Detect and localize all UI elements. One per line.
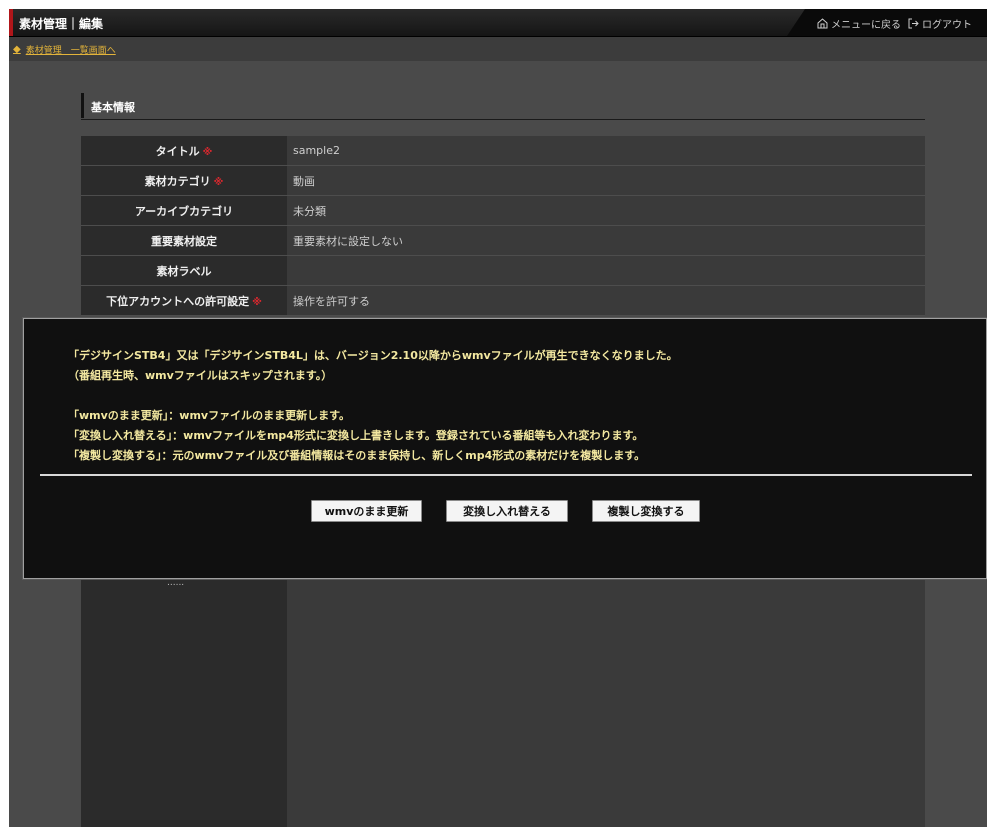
page-title: 素材管理｜編集 — [19, 17, 104, 31]
field-label-important: 重要素材設定 — [81, 225, 287, 256]
table-row: アーカイブカテゴリ 未分類 — [81, 195, 925, 226]
app-window: 素材管理｜編集 メニューに戻る ログアウト ◆ 素材管理 一覧画面へ 基本情報 … — [9, 9, 987, 827]
keep-wmv-button[interactable]: wmvのまま更新 — [311, 500, 422, 522]
partial-field-label: ...... — [167, 578, 185, 588]
header-accent — [9, 9, 13, 36]
section-heading: 基本情報 — [81, 93, 925, 120]
breadcrumb-bar: ◆ 素材管理 一覧画面へ — [9, 37, 987, 61]
field-value-important: 重要素材に設定しない — [287, 225, 925, 256]
table-row: 下位アカウントへの許可設定 ※ 操作を許可する — [81, 285, 925, 316]
field-value-sub-account-permission: 操作を許可する — [287, 285, 925, 316]
dialog-message-line: 「変換し入れ替える」：wmvファイルをmp4形式に変換し上書きします。登録されて… — [68, 429, 644, 442]
back-arrow-icon: ◆ — [13, 44, 21, 55]
menu-link-label: メニューに戻る — [831, 20, 901, 31]
field-label-title: タイトル ※ — [81, 136, 287, 166]
logout-link[interactable]: ログアウト — [908, 16, 972, 31]
back-to-list-link[interactable]: ◆ 素材管理 一覧画面へ — [13, 43, 116, 56]
dialog-message-line: 「複製し変換する」：元のwmvファイル及び番組情報はそのまま保持し、新しくmp4… — [68, 449, 646, 462]
field-value-category: 動画 — [287, 165, 925, 196]
dialog-message-line: 「デジサインSTB4」又は「デジサインSTB4L」は、バージョン2.10以降から… — [68, 349, 678, 362]
field-label-sub-account-permission: 下位アカウントへの許可設定 ※ — [81, 285, 287, 316]
duplicate-convert-button[interactable]: 複製し変換する — [592, 500, 700, 522]
dialog-divider — [40, 474, 972, 476]
dialog-message-line: 「wmvのまま更新」：wmvファイルのまま更新します。 — [68, 409, 350, 422]
basic-info-table: タイトル ※ sample2 素材カテゴリ ※ 動画 アーカイブカテゴリ 未分類 重… — [81, 136, 925, 316]
table-row: 素材ラベル — [81, 255, 925, 286]
wmv-conversion-dialog: 「デジサインSTB4」又は「デジサインSTB4L」は、バージョン2.10以降から… — [23, 318, 987, 579]
required-mark: ※ — [213, 176, 224, 188]
section-heading-bar — [81, 93, 84, 118]
dialog-message-line: （番組再生時、wmvファイルはスキップされます。） — [68, 369, 333, 382]
back-link-label: 素材管理 一覧画面へ — [25, 46, 116, 56]
convert-replace-button[interactable]: 変換し入れ替える — [446, 500, 568, 522]
field-value-archive-category: 未分類 — [287, 195, 925, 226]
field-value-material-label — [287, 255, 925, 286]
field-label-archive-category: アーカイブカテゴリ — [81, 195, 287, 226]
logout-icon — [908, 18, 919, 29]
required-mark: ※ — [202, 146, 213, 158]
home-icon — [817, 18, 828, 29]
menu-link[interactable]: メニューに戻る — [817, 16, 901, 31]
header-bar: 素材管理｜編集 メニューに戻る ログアウト — [9, 9, 987, 37]
field-value-title: sample2 — [287, 136, 925, 166]
section-heading-label: 基本情報 — [91, 101, 135, 114]
logout-link-label: ログアウト — [922, 20, 972, 31]
table-row: タイトル ※ sample2 — [81, 136, 925, 166]
field-label-material-label: 素材ラベル — [81, 255, 287, 286]
field-label-category: 素材カテゴリ ※ — [81, 165, 287, 196]
table-row: 素材カテゴリ ※ 動画 — [81, 165, 925, 196]
table-row: 重要素材設定 重要素材に設定しない — [81, 225, 925, 256]
required-mark: ※ — [252, 296, 262, 308]
